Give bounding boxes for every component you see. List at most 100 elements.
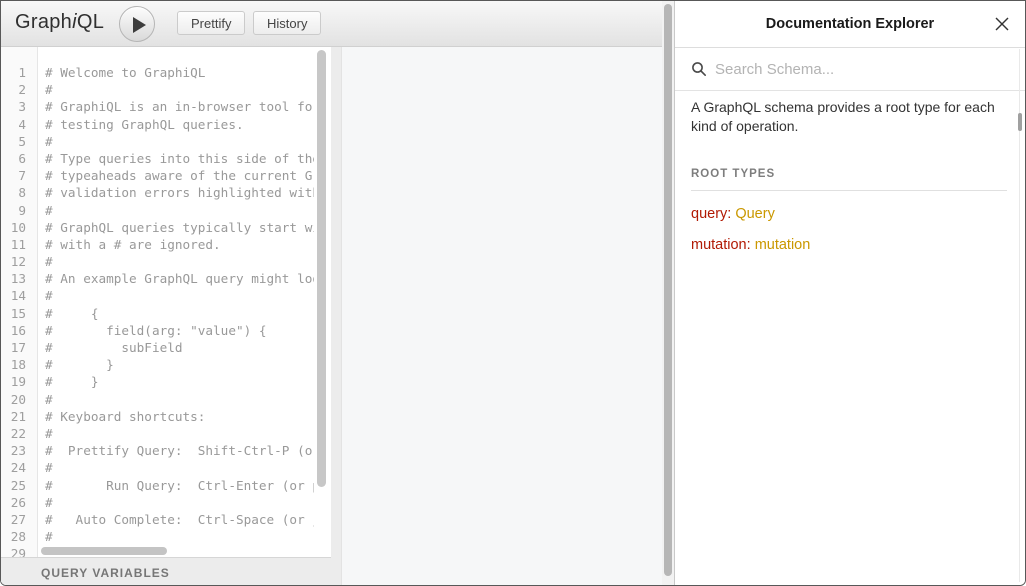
- line-text: # }: [45, 373, 314, 390]
- line-number: 6: [1, 150, 38, 167]
- editor-vertical-scrollbar[interactable]: [317, 50, 326, 487]
- editor-line: 9#: [1, 202, 331, 219]
- line-number: 4: [1, 116, 38, 133]
- editor-line: 28 #: [1, 528, 331, 545]
- documentation-explorer: Documentation Explorer A GraphQL schema …: [674, 1, 1025, 585]
- toolbar: GraphiQL Prettify History: [1, 1, 662, 47]
- line-text: # Run Query: Ctrl-Enter (or press the pl…: [45, 477, 314, 494]
- editor-line: 22 #: [1, 425, 331, 442]
- editor-line: 1 # Welcome to GraphiQL: [1, 64, 331, 81]
- window-scrollbar-thumb[interactable]: [664, 4, 672, 576]
- line-number: 11: [1, 236, 38, 253]
- line-number: 1: [1, 64, 38, 81]
- line-text: #: [45, 253, 314, 270]
- query-editor[interactable]: 1 # Welcome to GraphiQL2#3 # GraphiQL is a…: [1, 47, 331, 585]
- query-variables-bar[interactable]: QUERY VARIABLES: [1, 557, 331, 585]
- editor-line: 23# Prettify Query: Shift-Ctrl-P (or pre…: [1, 442, 331, 459]
- line-number: 22: [1, 425, 38, 442]
- editor-line: 3 # GraphiQL is an in-browser tool for wr…: [1, 98, 331, 115]
- line-number: 10: [1, 219, 38, 236]
- line-number: 25: [1, 477, 38, 494]
- line-text: #: [45, 202, 314, 219]
- line-number: 7: [1, 167, 38, 184]
- line-text: # validation errors highlighted within t…: [45, 184, 314, 201]
- doc-title: Documentation Explorer: [675, 1, 1025, 48]
- line-text: # GraphiQL is an in-browser tool for wri…: [45, 98, 314, 115]
- graphiql-logo: GraphiQL: [15, 11, 104, 34]
- execute-query-button[interactable]: [119, 6, 155, 42]
- editor-line: 14#: [1, 287, 331, 304]
- editor-line: 21# Keyboard shortcuts:: [1, 408, 331, 425]
- editor-line: 18# }: [1, 356, 331, 373]
- schema-search-row: [675, 48, 1025, 91]
- line-number: 16: [1, 322, 38, 339]
- root-type-row: mutation: mutation: [691, 237, 1009, 253]
- result-pane: [341, 47, 662, 585]
- schema-description: A GraphQL schema provides a root type fo…: [691, 98, 1009, 136]
- type-link[interactable]: mutation: [755, 237, 811, 253]
- line-text: # subField: [45, 339, 314, 356]
- doc-scrollbar-thumb[interactable]: [1018, 113, 1022, 131]
- editor-line: 2#: [1, 81, 331, 98]
- search-icon: [691, 61, 707, 77]
- close-docs-button[interactable]: [991, 13, 1013, 35]
- doc-content: A GraphQL schema provides a root type fo…: [675, 91, 1025, 253]
- editor-line: 13 # An example GraphQL query might look …: [1, 270, 331, 287]
- line-text: # {: [45, 305, 314, 322]
- prettify-button[interactable]: Prettify: [177, 11, 245, 35]
- category-divider: [691, 190, 1007, 191]
- field-keyword: mutation:: [691, 237, 751, 253]
- root-type-row: query: Query: [691, 206, 1009, 222]
- close-icon: [994, 16, 1010, 32]
- editor-line: 12#: [1, 253, 331, 270]
- line-number: 8: [1, 184, 38, 201]
- line-number: 15: [1, 305, 38, 322]
- window-scrollbar: [662, 1, 674, 585]
- line-number: 26: [1, 494, 38, 511]
- history-button[interactable]: History: [253, 11, 321, 35]
- line-text: #: [45, 494, 314, 511]
- editor-line: 16 # field(arg: "value") {: [1, 322, 331, 339]
- line-number: 14: [1, 287, 38, 304]
- line-number: 27: [1, 511, 38, 528]
- line-number: 9: [1, 202, 38, 219]
- editor-line: 26 #: [1, 494, 331, 511]
- line-number: 20: [1, 391, 38, 408]
- editor-line: 19 # }: [1, 373, 331, 390]
- line-number: 28: [1, 528, 38, 545]
- line-number: 5: [1, 133, 38, 150]
- query-variables-label: QUERY VARIABLES: [1, 558, 331, 580]
- pane-resize-divider[interactable]: [331, 47, 341, 585]
- editor-line: 25 # Run Query: Ctrl-Enter (or press the …: [1, 477, 331, 494]
- line-text: #: [45, 459, 314, 476]
- editor-line: 17 # subField: [1, 339, 331, 356]
- line-text: # An example GraphQL query might look li…: [45, 270, 314, 287]
- editor-horizontal-scrollbar[interactable]: [41, 547, 167, 555]
- line-text: #: [45, 528, 314, 545]
- line-number: 24: [1, 459, 38, 476]
- line-number: 3: [1, 98, 38, 115]
- line-number: 13: [1, 270, 38, 287]
- line-number: 19: [1, 373, 38, 390]
- line-text: # Auto Complete: Ctrl-Space (or just sta…: [45, 511, 314, 528]
- line-text: # GraphQL queries typically start with a…: [45, 219, 314, 236]
- editor-line: 7# typeaheads aware of the current Graph…: [1, 167, 331, 184]
- line-text: #: [45, 425, 314, 442]
- editor-line: 27 # Auto Complete: Ctrl-Space (or just s…: [1, 511, 331, 528]
- line-text: #: [45, 133, 314, 150]
- editor-line: 24 #: [1, 459, 331, 476]
- line-text: # Type queries into this side of the scr…: [45, 150, 314, 167]
- line-text: # field(arg: "value") {: [45, 322, 314, 339]
- line-text: # Keyboard shortcuts:: [45, 408, 314, 425]
- line-number: 17: [1, 339, 38, 356]
- editor-line: 20#: [1, 391, 331, 408]
- editor-lines: 1 # Welcome to GraphiQL2#3 # GraphiQL is a…: [1, 64, 331, 562]
- editor-line: 10 # GraphQL queries typically start with…: [1, 219, 331, 236]
- editor-line: 11# with a # are ignored.: [1, 236, 331, 253]
- type-link[interactable]: Query: [735, 206, 775, 222]
- graphiql-window: GraphiQL Prettify History 1 # Welcome to …: [0, 0, 1026, 586]
- line-text: # Welcome to GraphiQL: [45, 64, 314, 81]
- schema-search-input[interactable]: [715, 61, 1025, 78]
- editor-line: 8 # validation errors highlighted within …: [1, 184, 331, 201]
- line-number: 18: [1, 356, 38, 373]
